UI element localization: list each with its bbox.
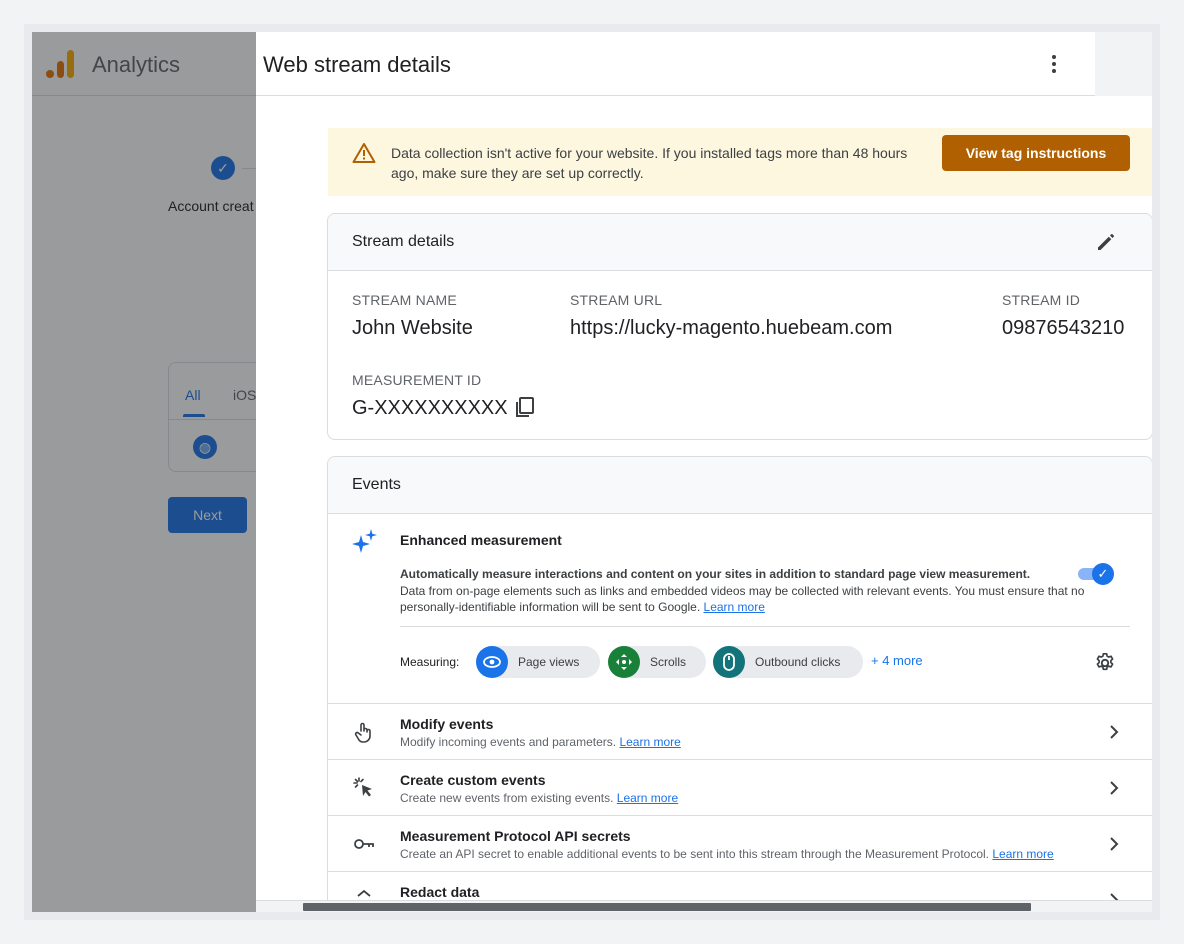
row-title: Modify events <box>400 716 494 732</box>
row-title: Redact data <box>400 884 480 900</box>
scrollbar-thumb[interactable] <box>303 903 1031 911</box>
key-icon <box>354 839 374 849</box>
touch-icon <box>354 722 371 743</box>
pencil-icon[interactable] <box>1094 230 1118 254</box>
chip-label: Page views <box>518 655 580 669</box>
learn-more-link[interactable]: Learn more <box>617 791 678 805</box>
measurement-id-value: G-XXXXXXXXXX <box>352 397 508 419</box>
row-subtitle: Create an API secret to enable additiona… <box>400 847 1054 861</box>
check-icon: ✓ <box>1092 563 1114 585</box>
learn-more-link[interactable]: Learn more <box>992 847 1053 861</box>
stream-details-card: Stream details STREAM NAME John Website … <box>327 213 1152 440</box>
events-card: Events Enhanced measurement Automaticall… <box>327 456 1152 912</box>
stream-url-label: STREAM URL <box>570 292 663 308</box>
stream-name-label: STREAM NAME <box>352 292 457 308</box>
chip-scrolls[interactable]: Scrolls <box>608 646 706 678</box>
banner-message: Data collection isn't active for your we… <box>391 145 908 181</box>
measuring-label: Measuring: <box>400 655 460 669</box>
chip-outbound-clicks[interactable]: Outbound clicks <box>713 646 863 678</box>
chevron-right-icon <box>1110 725 1119 739</box>
more-options-icon[interactable] <box>1042 50 1066 78</box>
sparkle-icon <box>352 529 377 553</box>
row-subtitle-text: Create new events from existing events. <box>400 791 614 805</box>
learn-more-link[interactable]: Learn more <box>619 735 680 749</box>
row-title: Create custom events <box>400 772 546 788</box>
warning-banner: Data collection isn't active for your we… <box>328 128 1152 196</box>
chevron-right-icon <box>1110 837 1119 851</box>
measurement-protocol-row[interactable]: Measurement Protocol API secrets Create … <box>328 815 1152 871</box>
measurement-id-label: MEASUREMENT ID <box>352 372 482 388</box>
warning-icon <box>352 143 376 163</box>
enhanced-measurement-title: Enhanced measurement <box>400 532 562 548</box>
copy-icon[interactable] <box>514 396 536 418</box>
enhanced-measurement-description: Data from on-page elements such as links… <box>400 583 1090 615</box>
more-measurements-link[interactable]: + 4 more <box>871 653 923 668</box>
chip-label: Scrolls <box>650 655 687 669</box>
events-heading: Events <box>352 476 401 493</box>
web-stream-drawer: Web stream details Data collection isn't… <box>256 32 1152 912</box>
row-subtitle: Modify incoming events and parameters. L… <box>400 735 681 749</box>
stream-url-value: https://lucky-magento.huebeam.com <box>570 317 893 339</box>
modify-events-row[interactable]: Modify events Modify incoming events and… <box>328 703 1152 759</box>
enhanced-measurement-summary: Automatically measure interactions and c… <box>400 567 1031 581</box>
row-subtitle-text: Create an API secret to enable additiona… <box>400 847 990 861</box>
stream-id-value: 09876543210 <box>1002 317 1125 339</box>
row-subtitle: Create new events from existing events. … <box>400 791 678 805</box>
stream-id-label: STREAM ID <box>1002 292 1081 308</box>
card-header: Events <box>328 457 1152 514</box>
chevron-right-icon <box>1110 781 1119 795</box>
stream-name-value: John Website <box>352 317 473 339</box>
row-title: Measurement Protocol API secrets <box>400 828 631 844</box>
enhanced-measurement-toggle[interactable]: ✓ <box>1076 563 1114 585</box>
drawer-header: Web stream details <box>256 32 1095 96</box>
cursor-click-icon <box>353 777 372 797</box>
stream-details-heading: Stream details <box>352 233 455 250</box>
gear-icon[interactable] <box>1094 652 1116 674</box>
scroll-icon <box>608 646 640 678</box>
create-custom-events-row[interactable]: Create custom events Create new events f… <box>328 759 1152 815</box>
eye-icon <box>476 646 508 678</box>
drawer-title: Web stream details <box>263 52 451 77</box>
horizontal-scrollbar[interactable] <box>256 900 1152 912</box>
view-tag-instructions-button[interactable]: View tag instructions <box>942 135 1130 171</box>
learn-more-link[interactable]: Learn more <box>704 600 765 614</box>
divider <box>400 626 1130 627</box>
row-subtitle-text: Modify incoming events and parameters. <box>400 735 617 749</box>
mouse-icon <box>713 646 745 678</box>
card-header: Stream details <box>328 214 1152 271</box>
chip-label: Outbound clicks <box>755 655 841 669</box>
chip-page-views[interactable]: Page views <box>476 646 600 678</box>
